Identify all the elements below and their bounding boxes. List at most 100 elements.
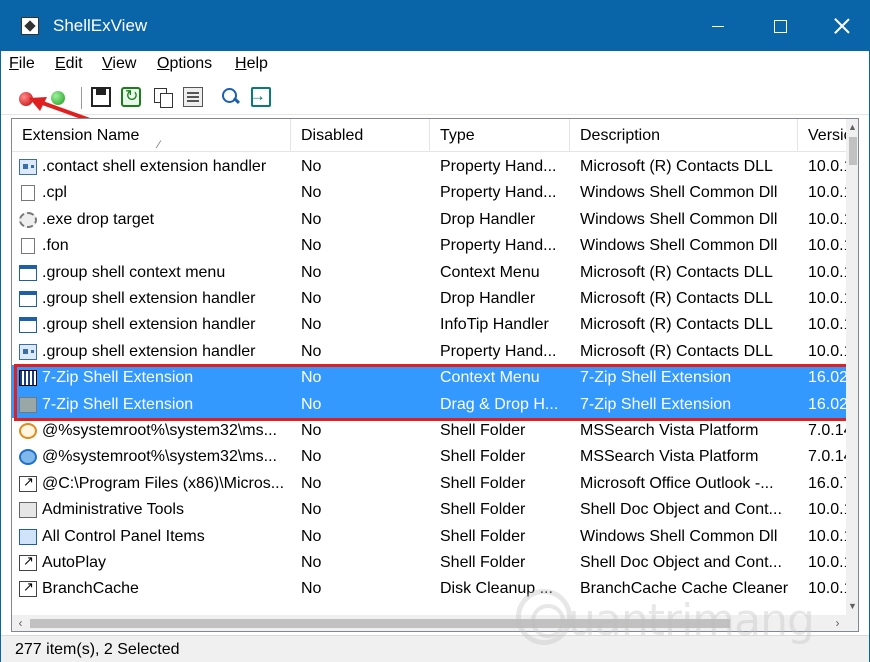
shortcut-icon bbox=[19, 579, 37, 598]
cell-type: Shell Folder bbox=[440, 448, 526, 466]
cell-type: Shell Folder bbox=[440, 474, 526, 492]
table-row[interactable]: .group shell extension handler No InfoTip … bbox=[12, 312, 852, 338]
cell-extension-name: .cpl bbox=[42, 184, 67, 202]
close-button[interactable] bbox=[811, 1, 870, 51]
cell-type: Property Hand... bbox=[440, 237, 557, 255]
column-extension-name[interactable]: Extension Name ⁄ bbox=[12, 119, 291, 152]
column-label: Disabled bbox=[301, 127, 364, 144]
group-window-icon bbox=[19, 291, 37, 307]
cell-type: Property Hand... bbox=[440, 158, 557, 175]
table-row[interactable]: .contact shell extension handler No Proper… bbox=[12, 154, 852, 180]
blank-file-icon bbox=[21, 238, 35, 255]
vertical-scrollbar[interactable]: ▲ ▼ bbox=[846, 119, 858, 615]
table-row[interactable]: @C:\Program Files (x86)\Micros... No Shell… bbox=[12, 471, 852, 497]
cell-disabled: No bbox=[301, 580, 322, 598]
scroll-left-icon[interactable]: ‹ bbox=[12, 615, 29, 631]
cell-description: BranchCache Cache Cleaner bbox=[580, 580, 789, 598]
cell-type: Disk Cleanup ... bbox=[440, 580, 553, 598]
cell-extension-name: .exe drop target bbox=[42, 210, 155, 228]
cell-disabled: No bbox=[301, 210, 322, 228]
cell-description: 7-Zip Shell Extension bbox=[580, 369, 732, 387]
app-icon bbox=[21, 17, 39, 35]
title-bar[interactable]: ShellExView bbox=[1, 1, 869, 51]
horizontal-scroll-thumb[interactable] bbox=[30, 619, 730, 628]
cell-extension-name: Administrative Tools bbox=[42, 501, 184, 519]
cell-disabled: No bbox=[301, 474, 322, 492]
column-description[interactable]: Description bbox=[570, 119, 798, 152]
menu-view[interactable]: View bbox=[102, 55, 136, 73]
table-row[interactable]: @%systemroot%\system32\ms... No Shell Fold… bbox=[12, 418, 852, 444]
column-type[interactable]: Type bbox=[430, 119, 570, 152]
cell-description: Windows Shell Common Dll bbox=[580, 210, 778, 228]
cell-type: Context Menu bbox=[440, 263, 540, 281]
cell-type: Shell Folder bbox=[440, 554, 526, 571]
cell-extension-name: 7-Zip Shell Extension bbox=[42, 395, 194, 413]
column-label: Extension Name bbox=[22, 127, 140, 144]
cell-disabled: No bbox=[301, 342, 322, 360]
exit-icon[interactable] bbox=[249, 86, 271, 107]
cell-extension-name: .group shell context menu bbox=[42, 263, 226, 281]
cell-extension-name: .fon bbox=[42, 237, 69, 255]
table-row[interactable]: .cpl No Property Hand... Windows Shell Comm… bbox=[12, 180, 852, 206]
extension-list[interactable]: Extension Name ⁄ Disabled Type Descripti… bbox=[11, 118, 859, 632]
status-text: 277 item(s), 2 Selected bbox=[15, 641, 180, 658]
cell-extension-name: All Control Panel Items bbox=[42, 527, 205, 545]
cell-extension-name: AutoPlay bbox=[42, 554, 107, 571]
cell-description: Shell Doc Object and Cont... bbox=[580, 554, 782, 571]
cell-description: Microsoft (R) Contacts DLL bbox=[580, 316, 773, 334]
cell-type: Property Hand... bbox=[440, 342, 557, 360]
table-row[interactable]: 7-Zip Shell Extension No Context Menu 7-Zip… bbox=[12, 365, 848, 392]
table-row[interactable]: .group shell extension handler No Property… bbox=[12, 339, 852, 365]
status-bar: 277 item(s), 2 Selected bbox=[1, 635, 869, 662]
scroll-down-icon[interactable]: ▼ bbox=[846, 598, 858, 615]
list-header: Extension Name ⁄ Disabled Type Descripti… bbox=[12, 119, 858, 152]
table-row[interactable]: .group shell extension handler No Drop Han… bbox=[12, 286, 852, 312]
search-folder-icon bbox=[19, 423, 37, 439]
cell-type: Drop Handler bbox=[440, 290, 536, 307]
cell-description: MSSearch Vista Platform bbox=[580, 448, 759, 466]
table-row[interactable]: .exe drop target No Drop Handler Windows Sh… bbox=[12, 207, 852, 233]
properties-icon[interactable] bbox=[183, 87, 203, 107]
scroll-up-icon[interactable]: ▲ bbox=[846, 119, 858, 136]
table-row[interactable]: All Control Panel Items No Shell Folder Win… bbox=[12, 524, 852, 550]
menu-file[interactable]: File bbox=[9, 55, 35, 73]
find-icon[interactable] bbox=[221, 87, 241, 107]
minimize-button[interactable] bbox=[687, 1, 749, 51]
cell-description: Windows Shell Common Dll bbox=[580, 527, 778, 545]
contact-card-icon bbox=[19, 159, 37, 175]
cell-description: Microsoft (R) Contacts DLL bbox=[580, 263, 773, 281]
table-row[interactable]: .fon No Property Hand... Windows Shell Comm… bbox=[12, 233, 852, 259]
column-disabled[interactable]: Disabled bbox=[291, 119, 430, 152]
cell-extension-name: @C:\Program Files (x86)\Micros... bbox=[42, 474, 285, 492]
cell-type: Context Menu bbox=[440, 369, 540, 387]
cell-type: Property Hand... bbox=[440, 184, 557, 202]
horizontal-scrollbar[interactable]: ‹ › bbox=[12, 615, 846, 631]
table-row[interactable]: Administrative Tools No Shell Folder Shell … bbox=[12, 497, 852, 523]
menu-edit[interactable]: Edit bbox=[55, 55, 83, 73]
shortcut-icon bbox=[19, 553, 37, 571]
cell-extension-name: .contact shell extension handler bbox=[42, 158, 267, 175]
maximize-button[interactable] bbox=[749, 1, 811, 51]
gear-icon bbox=[19, 211, 37, 228]
group-window-icon bbox=[19, 264, 37, 281]
cell-disabled: No bbox=[301, 263, 322, 281]
cell-disabled: No bbox=[301, 237, 322, 255]
globe-icon bbox=[19, 449, 37, 466]
cell-extension-name: @%systemroot%\system32\ms... bbox=[42, 422, 277, 439]
cell-disabled: No bbox=[301, 527, 322, 545]
menu-help[interactable]: Help bbox=[235, 55, 268, 73]
cell-type: Shell Folder bbox=[440, 527, 526, 545]
maximize-icon bbox=[773, 19, 787, 33]
cell-description: Shell Doc Object and Cont... bbox=[580, 501, 782, 519]
table-row[interactable]: AutoPlay No Shell Folder Shell Doc Object a… bbox=[12, 550, 852, 576]
table-row[interactable]: BranchCache No Disk Cleanup ... BranchCache… bbox=[12, 576, 852, 602]
vertical-scroll-thumb[interactable] bbox=[849, 137, 857, 165]
menu-options[interactable]: Options bbox=[157, 55, 212, 73]
column-label: Type bbox=[440, 127, 475, 144]
table-row[interactable]: .group shell context menu No Context Menu M… bbox=[12, 260, 852, 286]
table-row[interactable]: @%systemroot%\system32\ms... No Shell Fold… bbox=[12, 444, 852, 470]
copy-icon[interactable] bbox=[153, 87, 173, 108]
table-row[interactable]: 7-Zip Shell Extension No Drag & Drop H... 7… bbox=[12, 391, 848, 418]
cell-disabled: No bbox=[301, 448, 322, 466]
scroll-right-icon[interactable]: › bbox=[829, 615, 846, 631]
